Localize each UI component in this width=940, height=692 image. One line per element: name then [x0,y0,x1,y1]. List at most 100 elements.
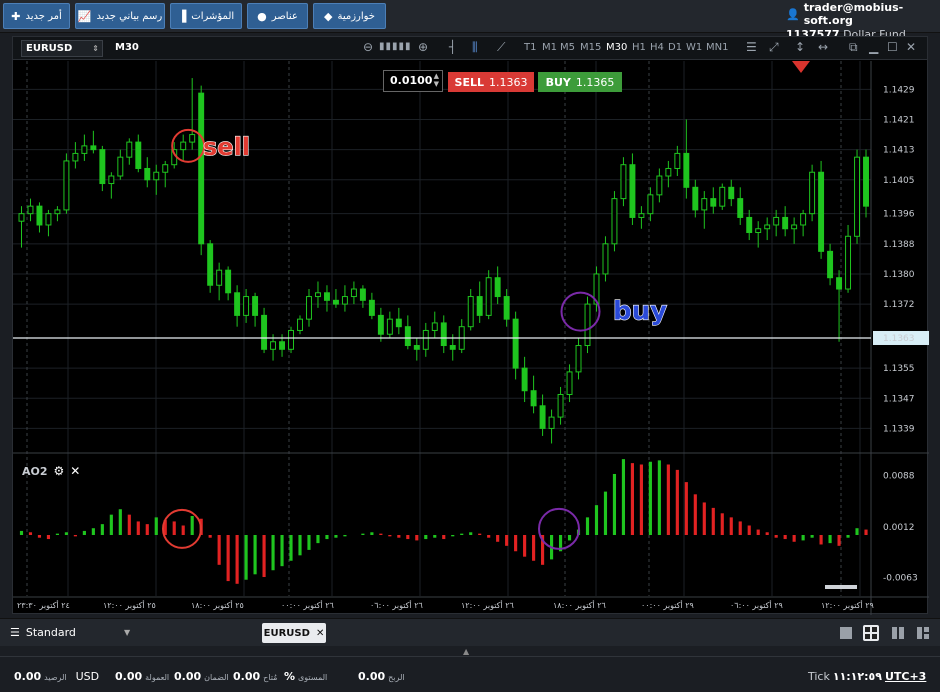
price-label: 1.1339 [883,424,915,434]
gear-icon[interactable]: ⚙ [54,464,65,478]
tabs-bar: ☰ Standard ▼ EURUSD ✕ [0,618,940,646]
candle-body [198,92,205,245]
candle-body [332,299,339,305]
candle-body [108,175,115,185]
chart-plot[interactable]: 1.1429 1.1421 1.1413 1.1405 1.1396 1.1388 1.13… [13,61,929,615]
profit-stat: 0.00 الربح [358,670,405,683]
candle-body [413,345,420,350]
candle-body [521,367,528,392]
zoom-slider[interactable]: ▮▮▮▮▮ [379,41,412,52]
balance-value: 0.00 [14,670,42,683]
candle-body [827,250,834,279]
commission-stat: 0.00 العمولة [115,670,169,683]
new-order-button[interactable]: ✚ أمر جديد [3,3,70,29]
layout-grid-icon[interactable] [863,625,879,641]
layout-mixed-icon[interactable] [915,625,931,641]
candle-body [243,296,250,316]
marker-triangle [792,61,810,73]
timezone[interactable]: UTC+3 [885,670,926,683]
profile-select[interactable]: ☰ Standard [10,626,76,639]
candle-body [584,303,591,347]
close-icon[interactable]: ✕ [906,40,916,54]
algorithms-button[interactable]: ◆ خوارزمية [313,3,386,29]
candle-body [773,216,780,226]
new-chart-label: رسم بياني جديد [96,10,163,22]
candles-icon[interactable]: ⫼ [472,40,478,55]
maximize-icon[interactable]: ☐ [887,40,898,54]
candle-body [539,405,546,429]
algorithms-label: خوارزمية [337,10,375,22]
tab-eurusd[interactable]: EURUSD ✕ [262,623,326,643]
time-label: ٢٩ أكتوبر ٠٦:٠٠ [730,600,783,610]
tab-close-icon[interactable]: ✕ [316,628,324,639]
candle-body [665,167,672,177]
tab-timeframe-m1[interactable]: M1 [542,42,557,53]
zoom-out-icon[interactable]: ⊖ [363,40,373,54]
new-chart-button[interactable]: 📈 رسم بياني جديد [75,3,165,29]
candle-body [279,341,286,350]
tab-timeframe-m5[interactable]: M5 [560,42,575,53]
candle-body [755,228,762,234]
buy-button[interactable]: BUY 1.1365 [538,72,622,92]
candle-body [135,141,142,169]
candle-body [782,216,789,230]
sell-button[interactable]: SELL 1.1363 [448,72,534,92]
price-label: 1.1413 [883,146,915,156]
bar-chart-icon[interactable]: ┤ [449,40,456,54]
candle-body [791,224,798,230]
menu-icon: ☰ [10,626,20,639]
tab-timeframe-h4[interactable]: H4 [650,42,664,53]
candle-body [647,194,654,215]
new-order-label: أمر جديد [25,10,62,22]
candle-body [449,345,456,350]
list-icon[interactable]: ☰ [746,40,757,54]
tab-timeframe-w1[interactable]: W1 [686,42,702,53]
candle-body [189,134,196,143]
tab-timeframe-m30[interactable]: M30 [606,42,627,53]
collapse-panel-icon[interactable]: ▲ [463,647,469,656]
top-toolbar: ✚ أمر جديد 📈 رسم بياني جديد ▐ المؤشرات ●… [0,0,940,41]
vertical-line-icon[interactable]: ↕ [795,40,805,54]
tab-timeframe-h1[interactable]: H1 [632,42,646,53]
candle-body [611,198,618,245]
candle-body [207,243,214,286]
objects-button[interactable]: ● عناصر [247,3,308,29]
time-label: ٢٥ أكتوبر ١٢:٠٠ [103,600,156,610]
spinner-icon[interactable]: ▲ ▼ [434,72,439,88]
profit-value: 0.00 [358,670,386,683]
lot-size-input[interactable]: 0.0100 ▲ ▼ [383,70,443,92]
trendline-icon[interactable]: ⤢ [769,40,779,55]
account-info[interactable]: 👤 trader@mobius-soft.org 1137577 Dollar F… [786,1,934,41]
candle-body [368,299,375,316]
tab-timeframe-m15[interactable]: M15 [580,42,601,53]
candle-body [99,149,106,185]
indicators-label: المؤشرات [191,10,235,22]
time-label: ٢٦ أكتوبر ٠٠:٠٠ [281,600,334,610]
minimize-icon[interactable]: ▁ [869,40,878,54]
candle-body [81,145,88,154]
ao-axis-label: -0.0063 [883,574,918,584]
layout-single-icon[interactable] [838,625,854,641]
tab-timeframe-d1[interactable]: D1 [668,42,682,53]
remove-indicator-icon[interactable]: ✕ [70,464,80,478]
candle-body [638,213,645,218]
candle-body [359,288,366,301]
indicators-button[interactable]: ▐ المؤشرات [170,3,242,29]
chevron-down-icon[interactable]: ▼ [124,628,130,637]
tab-timeframe-t1[interactable]: T1 [524,42,536,53]
layout-columns-icon[interactable] [890,625,906,641]
zoom-in-icon[interactable]: ⊕ [418,40,428,54]
symbol-select[interactable]: EURUSD ⇕ [21,40,103,57]
time-label: ٢٦ أكتوبر ١٨:٠٠ [553,600,606,610]
margin-stat: 0.00 الضمان [174,670,229,683]
candle-body [476,296,483,316]
candle-body [602,243,609,275]
candle-body [503,296,510,320]
chart-icon: 📈 [77,9,92,23]
detach-icon[interactable]: ⧉ [849,40,858,55]
line-chart-icon[interactable]: ⟋ [497,40,505,55]
horizontal-line-icon[interactable]: ↔ [818,40,828,54]
server-time: ١١:١٢:٥٩ [832,670,882,683]
tab-timeframe-mn1[interactable]: MN1 [706,42,728,53]
lot-size-value: 0.0100 [390,74,433,87]
